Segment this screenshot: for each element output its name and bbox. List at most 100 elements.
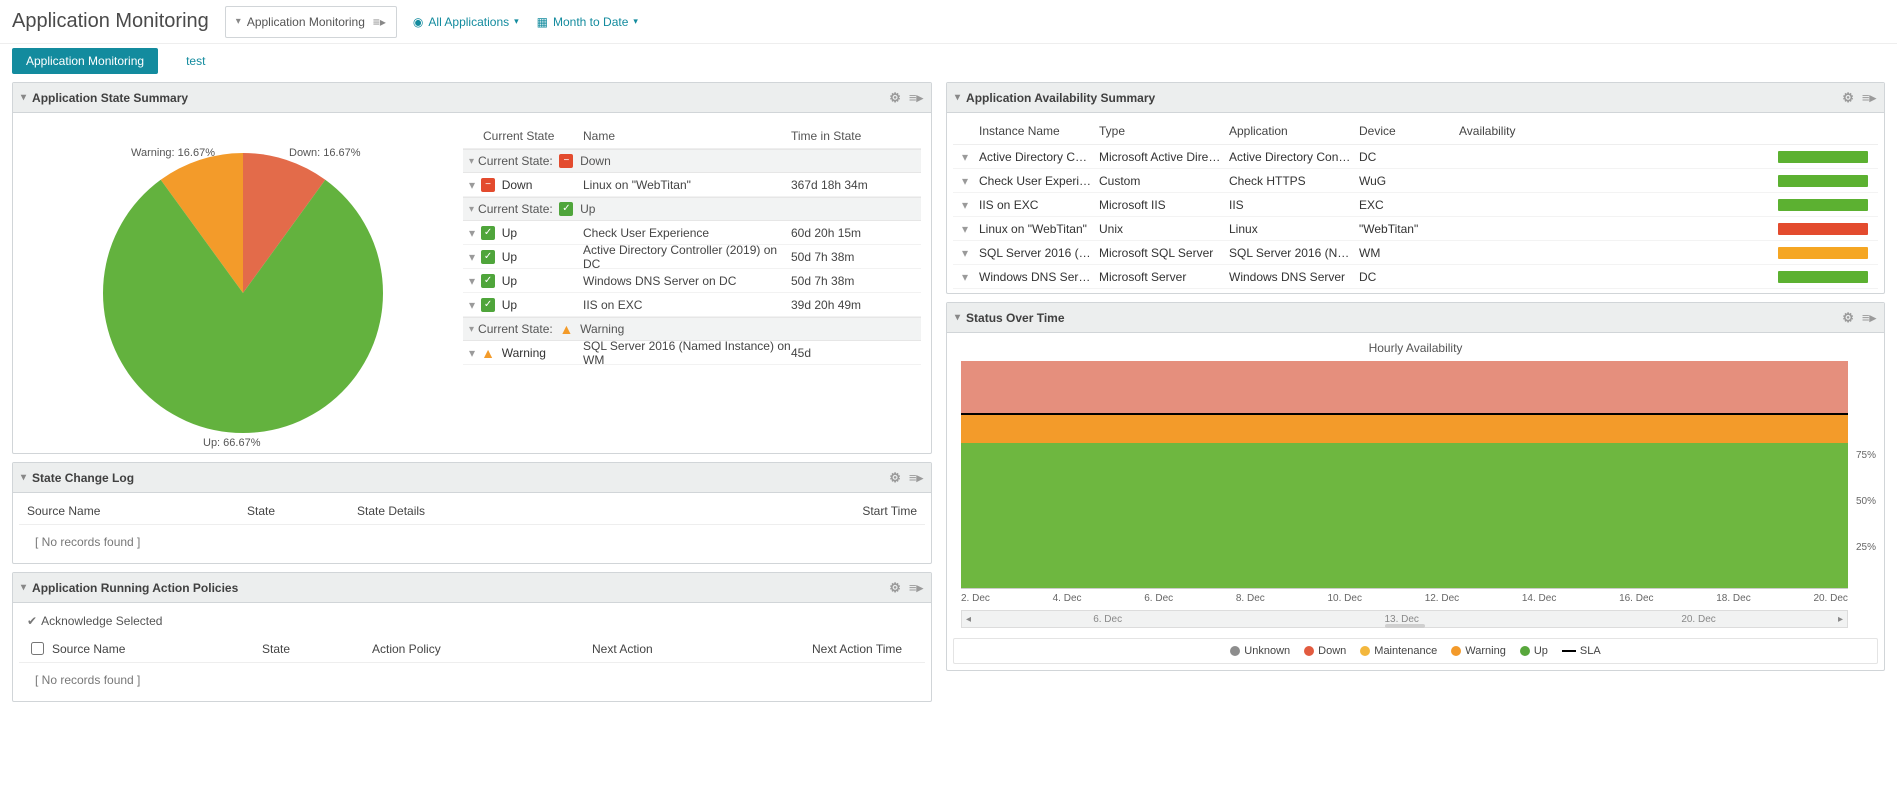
table-row[interactable]: ▾Windows DNS Server ...Microsoft ServerW… <box>953 265 1878 289</box>
cell-instance: Linux on "WebTitan" <box>979 222 1099 236</box>
cell-instance: SQL Server 2016 (Na... <box>979 246 1099 260</box>
filter-icon[interactable]: ▾ <box>469 226 475 240</box>
table-row[interactable]: ▾SQL Server 2016 (Na...Microsoft SQL Ser… <box>953 241 1878 265</box>
tab-test[interactable]: test <box>172 48 219 74</box>
filter-icon[interactable]: ▾ <box>469 346 475 360</box>
check-icon: ✔ <box>27 614 37 628</box>
chart-navigator[interactable]: ◂6. Dec13. Dec20. Dec▸ <box>961 610 1848 628</box>
filter-icon[interactable]: ▾ <box>957 270 979 284</box>
gear-icon[interactable]: ⚙ <box>1842 90 1854 106</box>
table-row[interactable]: ▾✓ UpCheck User Experience60d 20h 15m <box>463 221 921 245</box>
xtick: 8. Dec <box>1236 593 1265 604</box>
panel-action-policies: ▾ Application Running Action Policies ⚙ … <box>12 572 932 702</box>
panel-title: Application State Summary <box>32 91 188 105</box>
collapse-icon[interactable]: ▾ <box>21 472 26 483</box>
group-state: Up <box>580 202 595 216</box>
row-time: 60d 20h 15m <box>791 226 921 240</box>
cell-application: Windows DNS Server <box>1229 270 1359 284</box>
filter-icon[interactable]: ▾ <box>469 298 475 312</box>
gear-icon[interactable]: ⚙ <box>1842 310 1854 326</box>
row-state: Up <box>502 298 517 312</box>
top-bar: Application Monitoring ▾ Application Mon… <box>0 0 1897 44</box>
cell-instance: Windows DNS Server ... <box>979 270 1099 284</box>
cell-type: Microsoft Server <box>1099 270 1229 284</box>
table-header: Current State Name Time in State <box>463 123 921 149</box>
filter-icon[interactable]: ▾ <box>957 222 979 236</box>
table-row[interactable]: ▾▲ WarningSQL Server 2016 (Named Instanc… <box>463 341 921 365</box>
col-application: Application <box>1229 124 1359 138</box>
no-records: [ No records found ] <box>19 525 925 559</box>
applications-filter-label: All Applications <box>428 15 509 29</box>
nav-handle[interactable] <box>1385 624 1425 628</box>
filter-icon[interactable]: ▾ <box>957 198 979 212</box>
cell-type: Microsoft IIS <box>1099 198 1229 212</box>
xtick: 20. Dec <box>1813 593 1847 604</box>
select-all-checkbox[interactable] <box>31 642 44 655</box>
filter-icon[interactable]: ▾ <box>957 174 979 188</box>
warning-icon: ▲ <box>559 322 573 336</box>
state-group-header[interactable]: ▾Current State: ▲ Warning <box>463 317 921 341</box>
ytick-75: 75% <box>1856 450 1876 461</box>
filter-icon[interactable]: ▾ <box>957 246 979 260</box>
collapse-icon[interactable]: ▾ <box>21 582 26 593</box>
table-row[interactable]: ▾Linux on "WebTitan"UnixLinux"WebTitan" <box>953 217 1878 241</box>
no-records: [ No records found ] <box>19 663 925 697</box>
filter-icon[interactable]: ▾ <box>469 250 475 264</box>
collapse-icon[interactable]: ▾ <box>955 92 960 103</box>
table-row[interactable]: ▾✓ UpIIS on EXC39d 20h 49m <box>463 293 921 317</box>
gear-icon[interactable]: ⚙ <box>889 470 901 486</box>
table-row[interactable]: ▾− DownLinux on "WebTitan"367d 18h 34m <box>463 173 921 197</box>
row-name: Active Directory Controller (2019) on DC <box>583 243 791 271</box>
row-time: 45d <box>791 346 921 360</box>
row-time: 50d 7h 38m <box>791 250 921 264</box>
col-source-name: Source Name <box>52 642 262 656</box>
state-group-header[interactable]: ▾Current State: ✓ Up <box>463 197 921 221</box>
group-state: Down <box>580 154 611 168</box>
collapse-icon[interactable]: ▾ <box>21 92 26 103</box>
legend-sla: SLA <box>1562 645 1601 657</box>
legend-warning: Warning <box>1451 645 1506 657</box>
availability-chart[interactable]: 75% 50% 25% <box>961 361 1848 589</box>
tabs: Application Monitoring test <box>0 44 1897 74</box>
menu-icon[interactable]: ≡▸ <box>1862 90 1876 106</box>
filter-icon[interactable]: ▾ <box>469 178 475 192</box>
cell-application: SQL Server 2016 (Na... <box>1229 246 1359 260</box>
pie-label-down: Down: 16.67% <box>289 147 361 159</box>
state-group-header[interactable]: ▾Current State: − Down <box>463 149 921 173</box>
panel-header: ▾ Status Over Time ⚙ ≡▸ <box>947 303 1884 333</box>
menu-icon[interactable]: ≡▸ <box>1862 310 1876 326</box>
panel-title: Application Availability Summary <box>966 91 1155 105</box>
timerange-filter-label: Month to Date <box>553 15 628 29</box>
state-table: Current State Name Time in State ▾Curren… <box>463 123 921 443</box>
timerange-filter[interactable]: ▦ Month to Date ▾ <box>537 15 638 29</box>
menu-icon: ≡▸ <box>373 15 386 29</box>
menu-icon[interactable]: ≡▸ <box>909 90 923 106</box>
col-next-action: Next Action <box>592 642 812 656</box>
applications-filter[interactable]: ◉ All Applications ▾ <box>413 15 519 29</box>
table-row[interactable]: ▾IIS on EXCMicrosoft IISIISEXC <box>953 193 1878 217</box>
down-icon: − <box>481 178 495 192</box>
filter-icon[interactable]: ▾ <box>469 274 475 288</box>
table-row[interactable]: ▾Check User ExperienceCustomCheck HTTPSW… <box>953 169 1878 193</box>
tab-application-monitoring[interactable]: Application Monitoring <box>12 48 158 74</box>
nav-right-icon[interactable]: ▸ <box>1838 614 1843 625</box>
row-state: Up <box>502 274 517 288</box>
menu-icon[interactable]: ≡▸ <box>909 470 923 486</box>
legend-down: Down <box>1304 645 1346 657</box>
gear-icon[interactable]: ⚙ <box>889 580 901 596</box>
table-row[interactable]: ▾✓ UpWindows DNS Server on DC50d 7h 38m <box>463 269 921 293</box>
table-row[interactable]: ▾Active Directory Contr...Microsoft Acti… <box>953 145 1878 169</box>
col-next-action-time: Next Action Time <box>812 642 917 656</box>
menu-icon[interactable]: ≡▸ <box>909 580 923 596</box>
breadcrumb-dropdown[interactable]: ▾ Application Monitoring ≡▸ <box>225 6 397 38</box>
gear-icon[interactable]: ⚙ <box>889 90 901 106</box>
row-time: 367d 18h 34m <box>791 178 921 192</box>
collapse-icon[interactable]: ▾ <box>955 312 960 323</box>
cell-device: EXC <box>1359 198 1459 212</box>
table-row[interactable]: ▾✓ UpActive Directory Controller (2019) … <box>463 245 921 269</box>
nav-left-icon[interactable]: ◂ <box>966 614 971 625</box>
acknowledge-selected[interactable]: ✔ Acknowledge Selected <box>19 607 925 635</box>
xtick: 18. Dec <box>1716 593 1750 604</box>
xtick: 6. Dec <box>1144 593 1173 604</box>
filter-icon[interactable]: ▾ <box>957 150 979 164</box>
